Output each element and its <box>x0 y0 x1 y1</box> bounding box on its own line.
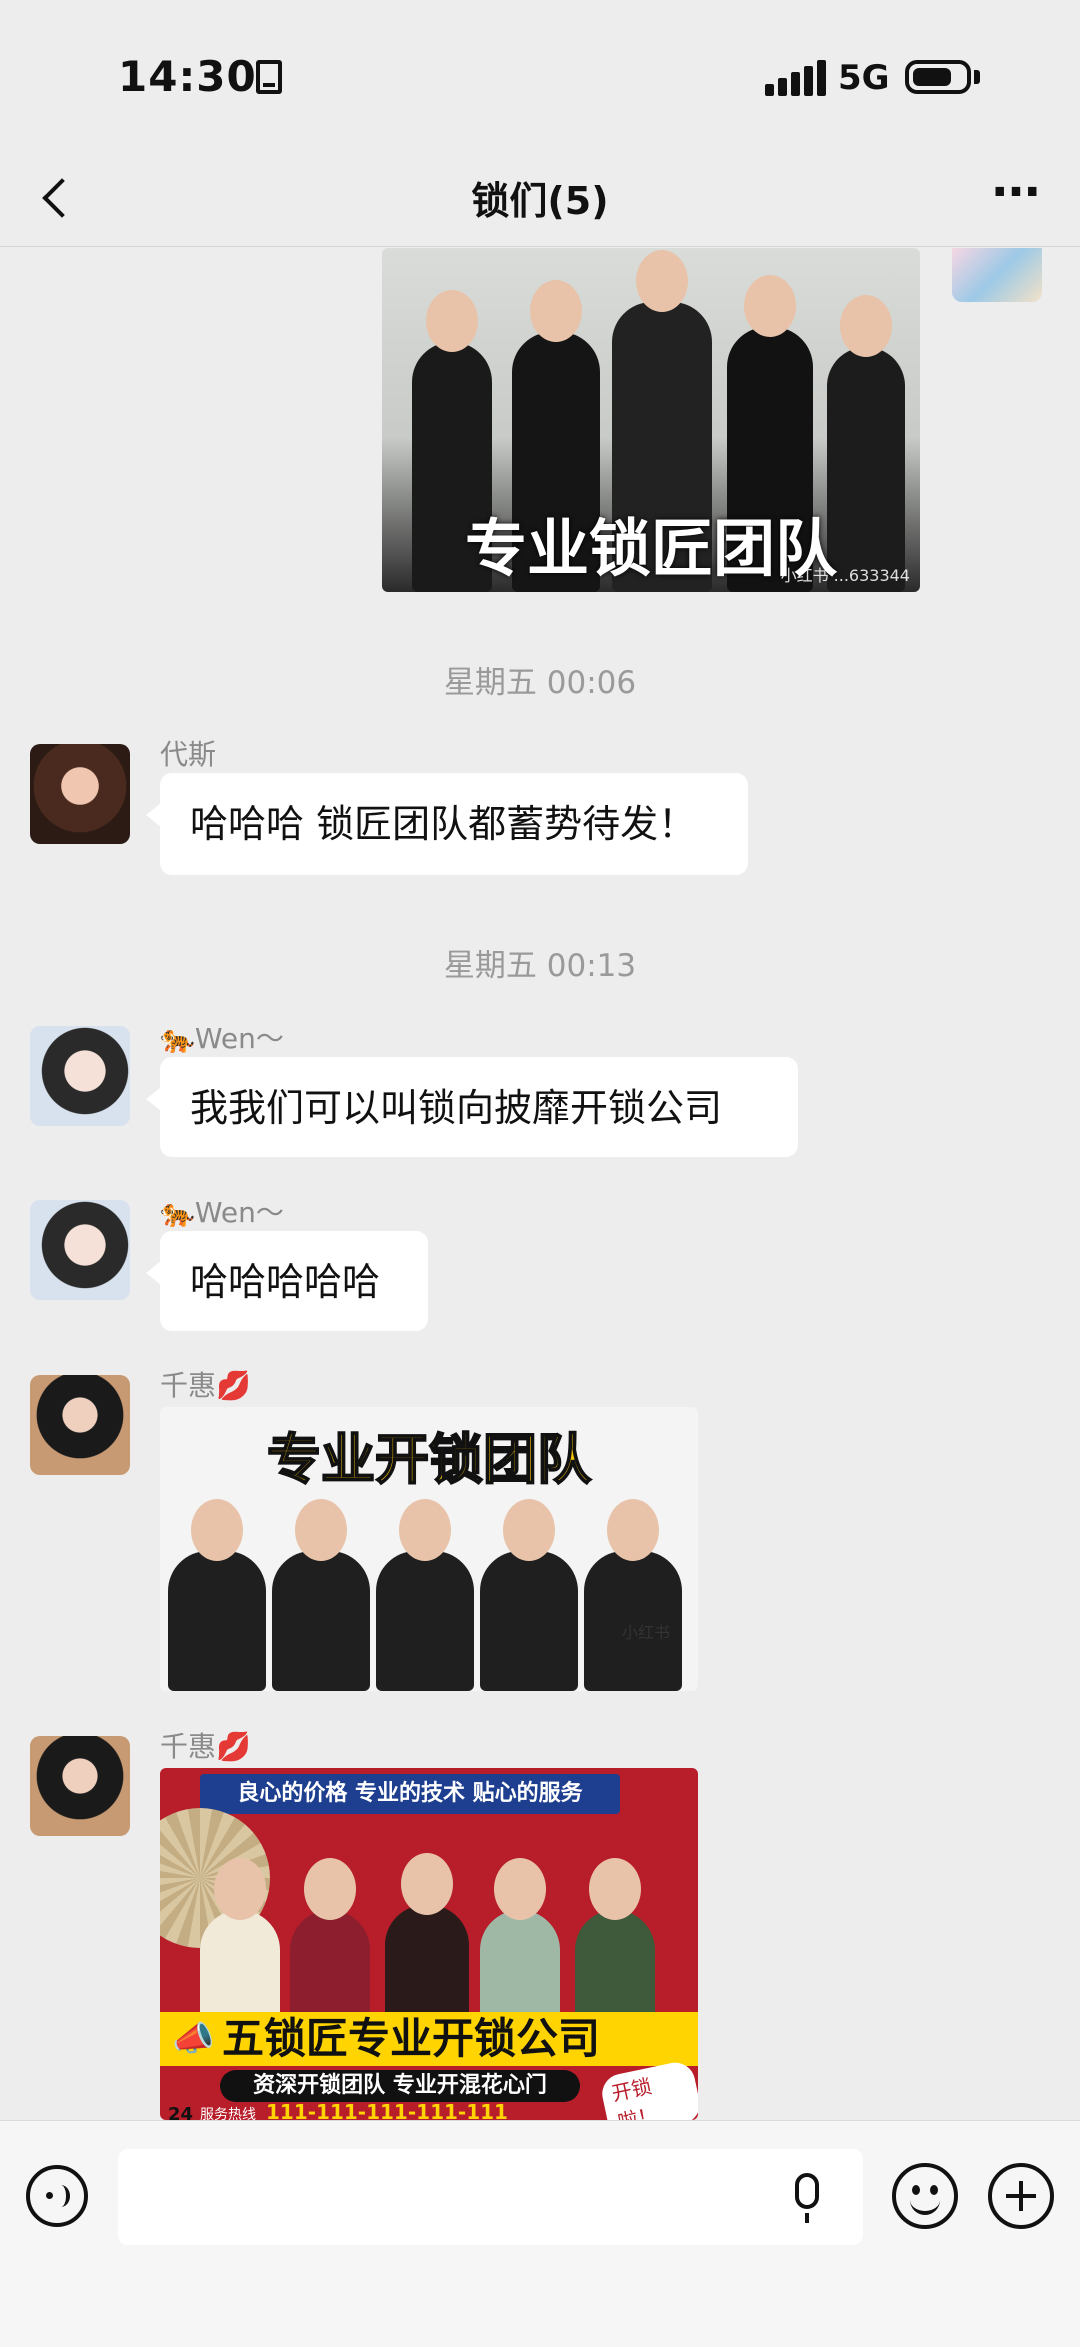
battery-icon <box>905 60 971 94</box>
text-message-bubble[interactable]: 哈哈哈 锁匠团队都蓄势待发！ <box>146 773 748 875</box>
more-actions-button[interactable] <box>988 2163 1054 2229</box>
poster-24h-badge: 24 <box>168 2104 194 2120</box>
poster-company-name: 五锁匠专业开锁公司 <box>222 2014 601 2063</box>
image-caption: 专业开锁团队 <box>266 1427 592 1492</box>
sender-name: 代斯 <box>160 738 217 771</box>
emoji-button[interactable] <box>892 2163 958 2229</box>
message-timestamp: 星期五 00:06 <box>443 665 637 701</box>
text-message-bubble[interactable]: 我我们可以叫锁向披靡开锁公司 <box>146 1057 798 1157</box>
sender-avatar[interactable] <box>30 1200 130 1300</box>
chat-input-bar <box>0 2120 1080 2347</box>
my-avatar[interactable] <box>952 248 1042 302</box>
microphone-icon[interactable] <box>795 2173 819 2223</box>
team-member-figure <box>385 1853 469 2020</box>
voice-input-button[interactable] <box>26 2165 88 2227</box>
message-input[interactable] <box>118 2149 863 2245</box>
poster-company-banner: 📣 五锁匠专业开锁公司 <box>160 2012 698 2066</box>
sender-name: 千惠💋 <box>160 1730 251 1763</box>
sender-avatar[interactable] <box>30 744 130 844</box>
team-member-figure <box>200 1858 280 2020</box>
image-watermark: 小红书 ...633344 <box>780 566 910 585</box>
team-member-figure <box>575 1858 655 2020</box>
poster-sticker: 开锁啦！ <box>598 2058 698 2120</box>
poster-top-banner: 良心的价格 专业的技术 贴心的服务 <box>200 1774 620 1814</box>
status-bar: 14:30 5G <box>0 0 1080 150</box>
team-member-figure <box>168 1499 266 1691</box>
more-options-button[interactable]: ··· <box>980 168 1050 226</box>
sender-avatar[interactable] <box>30 1026 130 1126</box>
signal-strength-icon <box>765 60 826 96</box>
text-message-bubble[interactable]: 哈哈哈哈哈 <box>146 1231 428 1331</box>
poster-phone-number: 111-111-111-111-111 <box>266 2100 508 2120</box>
poster-slogan: 资深开锁团队 专业开混花心门 <box>220 2070 580 2102</box>
sender-avatar[interactable] <box>30 1736 130 1836</box>
battery-tip <box>974 70 980 84</box>
sender-name: 千惠💋 <box>160 1369 251 1402</box>
chat-header: 锁们(5) ··· <box>0 150 1080 247</box>
poster-image-message[interactable]: 良心的价格 专业的技术 贴心的服务 📣 五锁匠专业开锁公司 资深开锁团队 专业开… <box>160 1768 698 2120</box>
team-member-figure <box>480 1858 560 2020</box>
chat-title: 锁们(5) <box>471 179 609 223</box>
megaphone-icon: 📣 <box>172 2019 215 2059</box>
reading-mode-icon <box>256 60 282 94</box>
network-type: 5G <box>838 58 890 98</box>
outgoing-image-message[interactable]: 专业锁匠团队 小红书 ...633344 <box>382 248 920 592</box>
sender-name: 🐅Wen～ <box>160 1196 284 1229</box>
team-member-figure <box>290 1858 370 2020</box>
team-member-figure <box>272 1499 370 1691</box>
team-member-figure <box>480 1499 578 1691</box>
image-message[interactable]: 专业开锁团队 小红书 <box>160 1407 698 1691</box>
image-watermark: 小红书 <box>621 1623 670 1642</box>
status-time: 14:30 <box>118 52 257 101</box>
poster-phone-label: 服务热线 <box>200 2107 256 2120</box>
team-member-figure <box>376 1499 474 1691</box>
sender-avatar[interactable] <box>30 1375 130 1475</box>
sender-name: 🐅Wen～ <box>160 1022 284 1055</box>
message-timestamp: 星期五 00:13 <box>443 948 637 984</box>
